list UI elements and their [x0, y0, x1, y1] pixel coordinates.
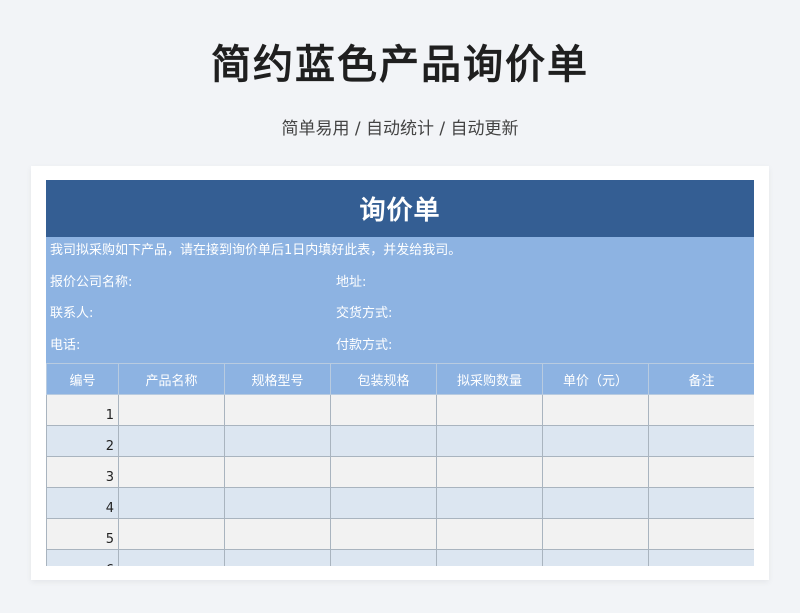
col-header-remarks: 备注	[648, 363, 754, 395]
table-cell[interactable]	[648, 456, 754, 488]
table-cell[interactable]	[330, 487, 437, 519]
table-row: 1	[46, 394, 754, 426]
sheet-banner-title: 询价单	[46, 180, 754, 237]
table-cell[interactable]	[542, 487, 649, 519]
info-row-contact: 联系人: 交货方式:	[50, 304, 750, 324]
table-cell[interactable]	[436, 487, 543, 519]
phone-label: 电话:	[50, 338, 81, 353]
col-header-quantity: 拟采购数量	[436, 363, 543, 395]
table-cell[interactable]	[224, 518, 331, 550]
row-number: 6	[46, 549, 119, 566]
table-cell[interactable]	[224, 487, 331, 519]
table-cell[interactable]	[224, 394, 331, 426]
col-header-product-name: 产品名称	[118, 363, 225, 395]
col-header-spec-model: 规格型号	[224, 363, 331, 395]
table-cell[interactable]	[436, 549, 543, 566]
table-cell[interactable]	[118, 425, 225, 457]
table-cell[interactable]	[436, 425, 543, 457]
table-cell[interactable]	[224, 425, 331, 457]
intro-text: 我司拟采购如下产品，请在接到询价单后1日内填好此表，并发给我司。	[50, 243, 462, 258]
product-table: 编号 产品名称 规格型号 包装规格 拟采购数量 单价（元） 备注 1 2 3 4…	[46, 363, 754, 566]
address-label: 地址:	[336, 275, 367, 290]
table-cell[interactable]	[648, 518, 754, 550]
table-cell[interactable]	[648, 394, 754, 426]
page-subtitle: 简单易用 / 自动统计 / 自动更新	[281, 119, 519, 139]
row-number: 4	[46, 487, 119, 519]
delivery-method-label: 交货方式:	[336, 306, 393, 321]
row-number: 5	[46, 518, 119, 550]
table-cell[interactable]	[118, 518, 225, 550]
table-cell[interactable]	[436, 394, 543, 426]
table-cell[interactable]	[118, 487, 225, 519]
table-cell[interactable]	[542, 394, 649, 426]
info-row-phone: 电话: 付款方式:	[50, 336, 750, 356]
table-cell[interactable]	[224, 456, 331, 488]
table-cell[interactable]	[330, 549, 437, 566]
table-row: 2	[46, 425, 754, 457]
table-cell[interactable]	[436, 456, 543, 488]
table-cell[interactable]	[330, 456, 437, 488]
table-row: 5	[46, 518, 754, 550]
table-cell[interactable]	[118, 549, 225, 566]
info-section: 我司拟采购如下产品，请在接到询价单后1日内填好此表，并发给我司。 报价公司名称:…	[46, 237, 754, 363]
col-header-number: 编号	[46, 363, 119, 395]
row-number: 3	[46, 456, 119, 488]
table-cell[interactable]	[118, 394, 225, 426]
contact-label: 联系人:	[50, 306, 94, 321]
table-header-row: 编号 产品名称 规格型号 包装规格 拟采购数量 单价（元） 备注	[46, 363, 754, 395]
table-cell[interactable]	[330, 518, 437, 550]
row-number: 1	[46, 394, 119, 426]
table-cell[interactable]	[648, 549, 754, 566]
table-cell[interactable]	[436, 518, 543, 550]
table-row: 6	[46, 549, 754, 566]
table-row: 3	[46, 456, 754, 488]
col-header-packaging: 包装规格	[330, 363, 437, 395]
table-cell[interactable]	[542, 425, 649, 457]
table-cell[interactable]	[648, 425, 754, 457]
company-name-label: 报价公司名称:	[50, 275, 133, 290]
table-cell[interactable]	[118, 456, 225, 488]
table-row: 4	[46, 487, 754, 519]
table-cell[interactable]	[542, 518, 649, 550]
document-preview-card: 询价单 我司拟采购如下产品，请在接到询价单后1日内填好此表，并发给我司。 报价公…	[31, 166, 769, 580]
row-number: 2	[46, 425, 119, 457]
payment-method-label: 付款方式:	[336, 338, 393, 353]
table-cell[interactable]	[648, 487, 754, 519]
table-cell[interactable]	[542, 456, 649, 488]
inquiry-sheet: 询价单 我司拟采购如下产品，请在接到询价单后1日内填好此表，并发给我司。 报价公…	[46, 180, 754, 566]
table-cell[interactable]	[224, 549, 331, 566]
table-cell[interactable]	[542, 549, 649, 566]
table-cell[interactable]	[330, 394, 437, 426]
col-header-unit-price: 单价（元）	[542, 363, 649, 395]
table-cell[interactable]	[330, 425, 437, 457]
info-row-company: 报价公司名称: 地址:	[50, 273, 750, 293]
page-title: 简约蓝色产品询价单	[211, 42, 589, 88]
